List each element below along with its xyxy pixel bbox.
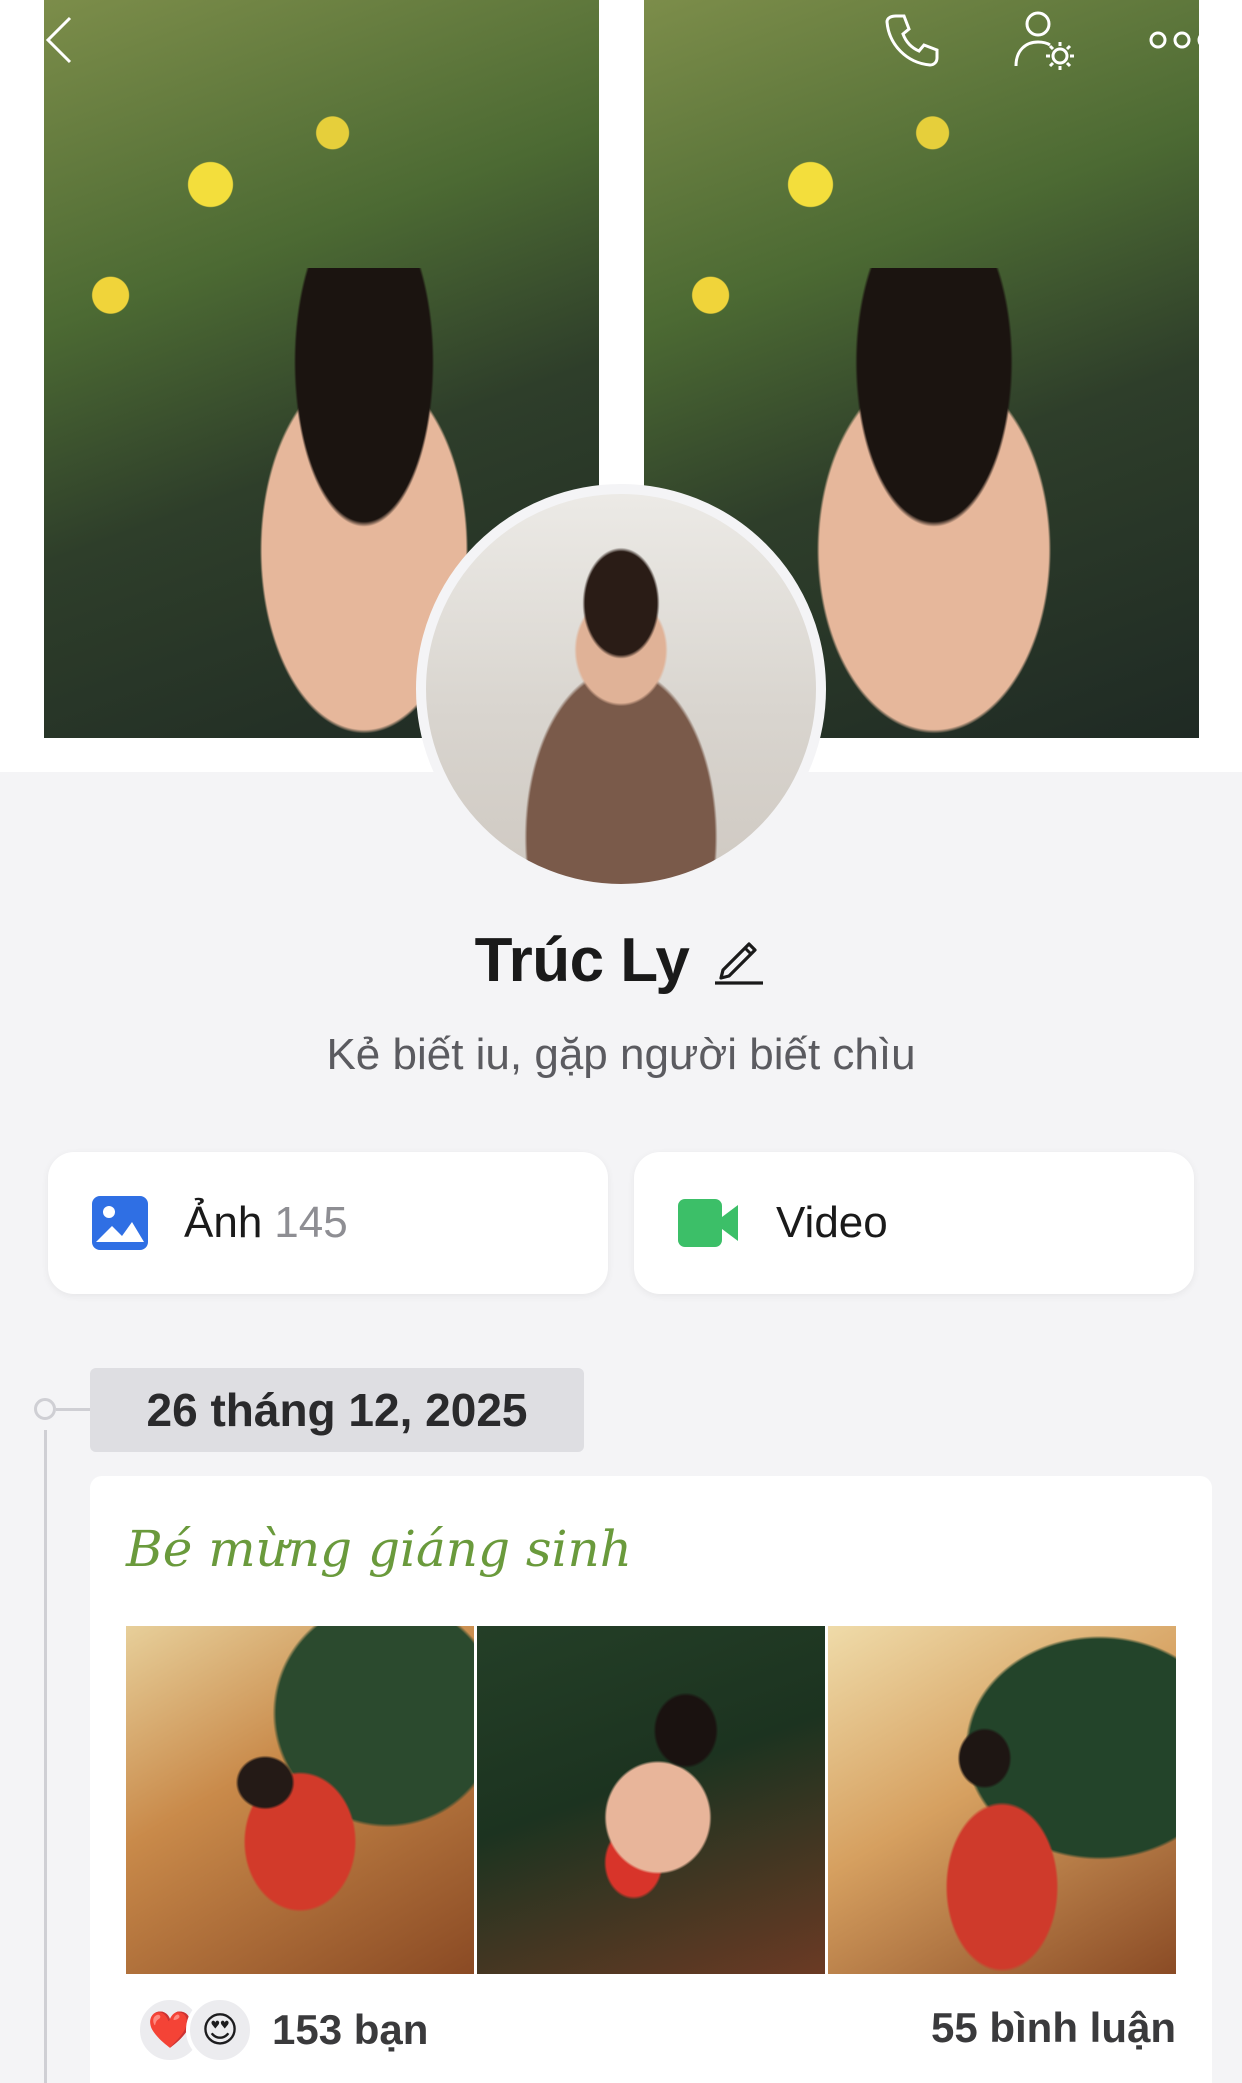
timeline-date: 26 tháng 12, 2025 xyxy=(90,1368,584,1452)
profile-avatar[interactable] xyxy=(416,484,826,894)
edit-name-button[interactable] xyxy=(711,930,767,991)
video-label: Video xyxy=(776,1198,888,1247)
comment-count[interactable]: 55 bình luận xyxy=(931,2004,1176,2052)
photos-count: 145 xyxy=(274,1198,348,1247)
heart-eyes-reaction-icon: 😍 xyxy=(186,1996,254,2064)
image-icon xyxy=(92,1196,148,1250)
reaction-count: 153 bạn xyxy=(272,2006,429,2053)
video-camera-icon xyxy=(678,1199,738,1247)
timeline-connector xyxy=(56,1408,90,1411)
reactions-summary[interactable]: ❤️ 😍 153 bạn xyxy=(136,1994,428,2066)
photos-label-text: Ảnh xyxy=(184,1198,263,1247)
profile-bio: Kẻ biết iu, gặp người biết chìu xyxy=(326,1030,916,1079)
post-photo[interactable] xyxy=(477,1626,825,1974)
post-card[interactable]: Bé mừng giáng sinh ❤️ 😍 153 bạn 55 bình … xyxy=(90,1476,1212,2083)
user-settings-icon xyxy=(1014,11,1074,70)
post-photo[interactable] xyxy=(126,1626,474,1974)
phone-icon xyxy=(885,14,939,67)
photos-button[interactable]: Ảnh 145 xyxy=(48,1152,608,1294)
chevron-left-icon xyxy=(45,16,72,64)
profile-name: Trúc Ly xyxy=(474,925,690,995)
more-dots-icon xyxy=(1149,31,1215,49)
name-row: Trúc Ly xyxy=(0,920,1242,1000)
video-button[interactable]: Video xyxy=(634,1152,1194,1294)
photos-label: Ảnh 145 xyxy=(184,1198,348,1248)
user-settings-button[interactable] xyxy=(1012,8,1076,72)
timeline-dot xyxy=(34,1398,56,1420)
more-button[interactable] xyxy=(1146,8,1218,72)
post-photo[interactable] xyxy=(828,1626,1176,1974)
pencil-icon xyxy=(715,941,764,985)
timeline-line xyxy=(44,1430,47,2083)
post-caption: Bé mừng giáng sinh xyxy=(126,1520,632,1578)
back-button[interactable] xyxy=(28,8,92,72)
call-button[interactable] xyxy=(880,8,944,72)
